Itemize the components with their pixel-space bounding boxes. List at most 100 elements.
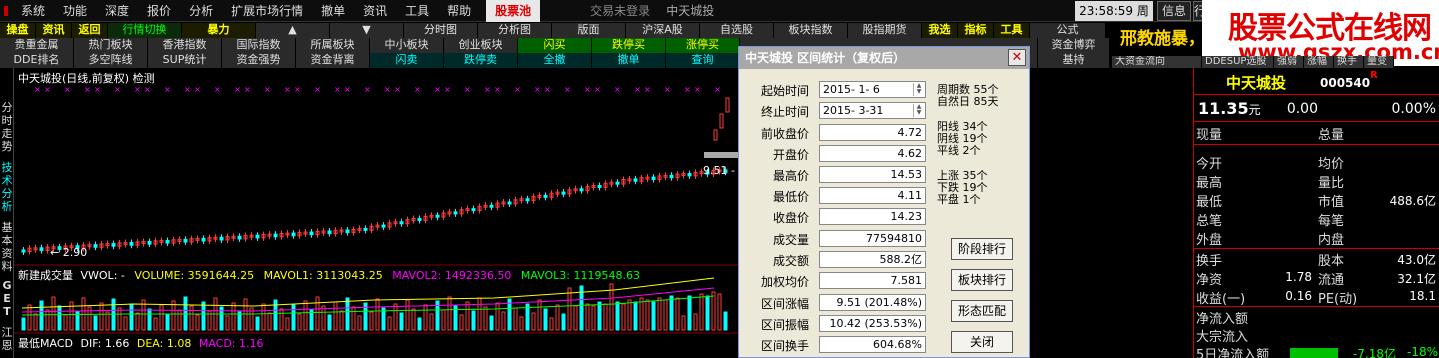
close-icon[interactable]: ✕ (1008, 49, 1026, 66)
tb-indicator[interactable]: 指标 (958, 23, 994, 38)
tab-gain[interactable]: 涨幅 (1304, 56, 1334, 68)
signal-marker: × (114, 85, 121, 94)
header-stock-name: 中天城投 (666, 4, 715, 18)
tb-back[interactable]: 返回 (72, 23, 108, 38)
tb-formula[interactable]: 公式 (1030, 23, 1106, 38)
candle-body (39, 247, 44, 251)
tab-ddesup[interactable]: DDESUP选股 (1202, 56, 1274, 68)
volume-bar (675, 297, 680, 331)
tb-limit-up-buy[interactable]: 涨停买 (666, 38, 740, 53)
label-turnover: 换手 (1196, 254, 1223, 269)
spinner-icon[interactable]: ▲ ▼ (913, 104, 924, 117)
quote-margin-flag: R (1370, 70, 1378, 81)
tab-turnover[interactable]: 换手 (1334, 56, 1364, 68)
tb-down-arrow[interactable]: ▼ (330, 23, 404, 38)
tb-violence[interactable]: 暴力 (182, 23, 256, 38)
tb-hot-sectors[interactable]: 热门板块 (74, 38, 148, 53)
volume-bar (495, 302, 500, 331)
info-button[interactable]: 信息 (1157, 1, 1191, 21)
label-low: 最低 (1196, 195, 1223, 210)
tb-trade[interactable]: 操盘 (0, 23, 36, 38)
menu-system[interactable]: 系统 (12, 0, 54, 22)
sector-rank-button[interactable]: 板块排行 (951, 269, 1013, 291)
volume-bar (693, 313, 698, 331)
tb-flash-sell[interactable]: 闪卖 (370, 53, 444, 68)
candle-body (471, 208, 476, 212)
tb-cancel-all[interactable]: 全撤 (518, 53, 592, 68)
spinner-icon[interactable]: ▲ ▼ (913, 83, 924, 96)
field-range-turnover: 604.68% (819, 336, 926, 353)
volume-bar (471, 310, 476, 331)
volume-bar (387, 316, 392, 331)
candle-body (525, 198, 530, 202)
tb-analysis[interactable]: 分析图 (478, 23, 552, 38)
tb-index-futures[interactable]: 股指期货 (848, 23, 922, 38)
tb-long-short[interactable]: 多空阵线 (74, 53, 148, 68)
field-label: 加权均价 (760, 275, 809, 289)
side-tab-technical[interactable]: 技术分析 (0, 161, 14, 213)
low-price-label: ← 2.90 (50, 246, 88, 259)
range-marker (704, 152, 738, 158)
tb-sector-index[interactable]: 板块指数 (774, 23, 848, 38)
menu-help[interactable]: 帮助 (438, 0, 480, 22)
signal-marker: × (414, 85, 421, 94)
tb-up-arrow[interactable]: ▲ (256, 23, 330, 38)
tb-my-pick[interactable]: 我选 (922, 23, 958, 38)
tab-big-capital-flow[interactable]: 大资金流向 (1112, 56, 1202, 68)
kline-chart[interactable]: × × × × × × × × × × × × × × × × × × × × × × × × × × × × × × × × × × × × × × × ×… (14, 68, 738, 358)
start-date-picker[interactable]: 2015- 1- 6 ▲ ▼ (819, 81, 926, 98)
tb-query[interactable]: 查询 (666, 53, 740, 68)
tb-news[interactable]: 资讯 (36, 23, 72, 38)
side-tab-fundamentals[interactable]: 基本资料 (0, 221, 14, 273)
volume-bar (687, 295, 692, 331)
menu-quote[interactable]: 报价 (138, 0, 180, 22)
tb-sup-stats[interactable]: SUP统计 (148, 53, 222, 68)
tb-hk-index[interactable]: 香港指数 (148, 38, 222, 53)
menu-depth[interactable]: 深度 (96, 0, 138, 22)
menu-stock-pool[interactable]: 股票池 (486, 0, 541, 22)
end-time-label: 终止时间 (760, 105, 809, 119)
tb-intl-index[interactable]: 国际指数 (222, 38, 296, 53)
volume-bar (321, 305, 326, 331)
tab-volume-change[interactable]: 量变 (1364, 56, 1394, 68)
side-tab-gann[interactable]: 江恩 (0, 326, 14, 356)
tb-intraday[interactable]: 分时图 (404, 23, 478, 38)
tb-sme-board[interactable]: 中小板块 (370, 38, 444, 53)
menu-news[interactable]: 资讯 (354, 0, 396, 22)
side-tab-get[interactable]: GET (0, 279, 14, 319)
tb-own-sector[interactable]: 所属板块 (296, 38, 370, 53)
tb-a-shares[interactable]: 沪深A股 (626, 23, 700, 38)
close-button[interactable]: 关闭 (951, 331, 1013, 353)
tb-layout[interactable]: 版面 (552, 23, 626, 38)
tb-precious-metals[interactable]: 贵重金属 (0, 38, 74, 53)
stat-unchanged: 平盘 1个 (937, 193, 981, 206)
stage-rank-button[interactable]: 阶段排行 (951, 238, 1013, 260)
tab-strength[interactable]: 强弱 (1274, 56, 1304, 68)
menu-extended-market[interactable]: 扩展市场行情 (222, 0, 312, 22)
tb-capital-strength[interactable]: 资金强势 (222, 53, 296, 68)
menu-tools[interactable]: 工具 (396, 0, 438, 22)
label-float: 流通 (1318, 273, 1345, 288)
side-tab-intraday[interactable]: 分时走势 (0, 101, 14, 153)
tb-fund-holdings[interactable]: 基持 (1038, 53, 1110, 68)
tb-gem-board[interactable]: 创业板块 (444, 38, 518, 53)
tb-capital-game[interactable]: 资金博弈 (1038, 38, 1110, 53)
tb-capital-divergence[interactable]: 资金背离 (296, 53, 370, 68)
volume-bar (501, 311, 506, 331)
end-date-picker[interactable]: 2015- 3-31 ▲ ▼ (819, 102, 926, 119)
tb-cancel-order[interactable]: 撤单 (592, 53, 666, 68)
volume-bar (177, 309, 182, 331)
label-current-vol: 现量 (1196, 128, 1223, 143)
pattern-match-button[interactable]: 形态匹配 (951, 300, 1013, 322)
menu-analysis[interactable]: 分析 (180, 0, 222, 22)
menu-function[interactable]: 功能 (54, 0, 96, 22)
tb-limit-down-sell[interactable]: 跌停卖 (444, 53, 518, 68)
tb-tools[interactable]: 工具 (994, 23, 1030, 38)
menu-cancel-order[interactable]: 撤单 (312, 0, 354, 22)
tb-watchlist[interactable]: 自选股 (700, 23, 774, 38)
tb-flash-buy[interactable]: 闪买 (518, 38, 592, 53)
tb-switch-quote[interactable]: 行情切换 (108, 23, 182, 38)
tb-limit-down-buy[interactable]: 跌停买 (592, 38, 666, 53)
tb-dde-rank[interactable]: DDE排名 (0, 53, 74, 68)
volume-bar (681, 315, 686, 331)
